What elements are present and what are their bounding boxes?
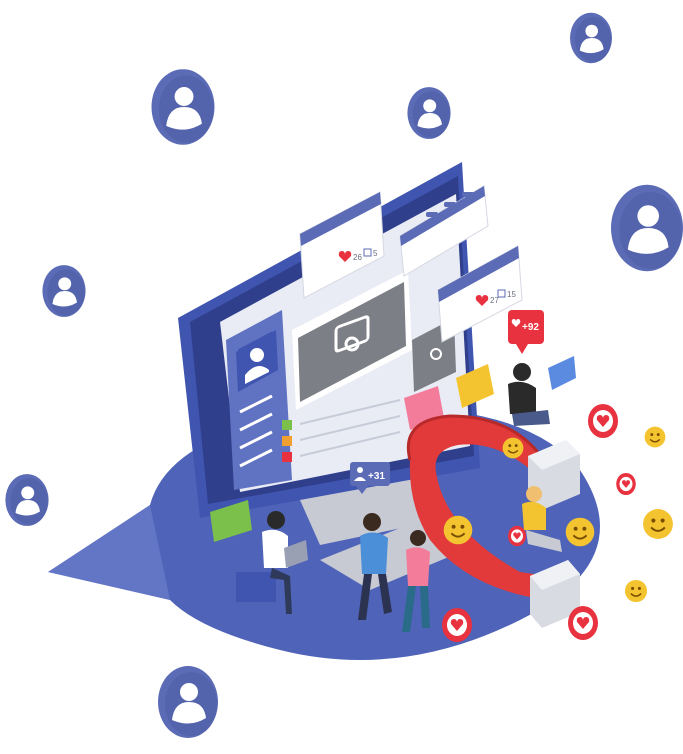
- user-avatar-icon: [611, 184, 683, 272]
- heart-icon: [442, 608, 472, 642]
- smiley-icon: [501, 436, 525, 460]
- smiley-icon: [564, 516, 596, 548]
- smiley-icon: [442, 514, 474, 546]
- like-count: 26: [353, 253, 362, 262]
- user-avatar-icon: [407, 87, 451, 139]
- heart-icon: [588, 404, 618, 438]
- smiley-icon: [643, 425, 667, 449]
- person-sitting-phone: [508, 363, 550, 426]
- heart-icon: [568, 606, 598, 640]
- follower-badge-count: +31: [368, 471, 385, 482]
- user-avatar-icon: [5, 474, 49, 526]
- like-notification-badge: +92: [508, 310, 544, 354]
- smiley-icon: [642, 508, 674, 540]
- user-avatar-icon: [151, 69, 215, 145]
- comment-count: 5: [373, 249, 378, 258]
- heart-icon: [508, 525, 526, 547]
- social-media-marketing-illustration: 26 5 27 15 +92 +31: [5, 12, 683, 738]
- like-badge-count: +92: [522, 322, 539, 333]
- comment-count: 15: [507, 290, 516, 299]
- chat-bubble-icon: [548, 356, 576, 390]
- user-avatar-icon: [158, 666, 218, 738]
- user-avatar-icon: [570, 12, 612, 64]
- heart-icon: [616, 472, 636, 496]
- user-avatar-icon: [42, 265, 86, 317]
- smiley-icon: [624, 579, 648, 603]
